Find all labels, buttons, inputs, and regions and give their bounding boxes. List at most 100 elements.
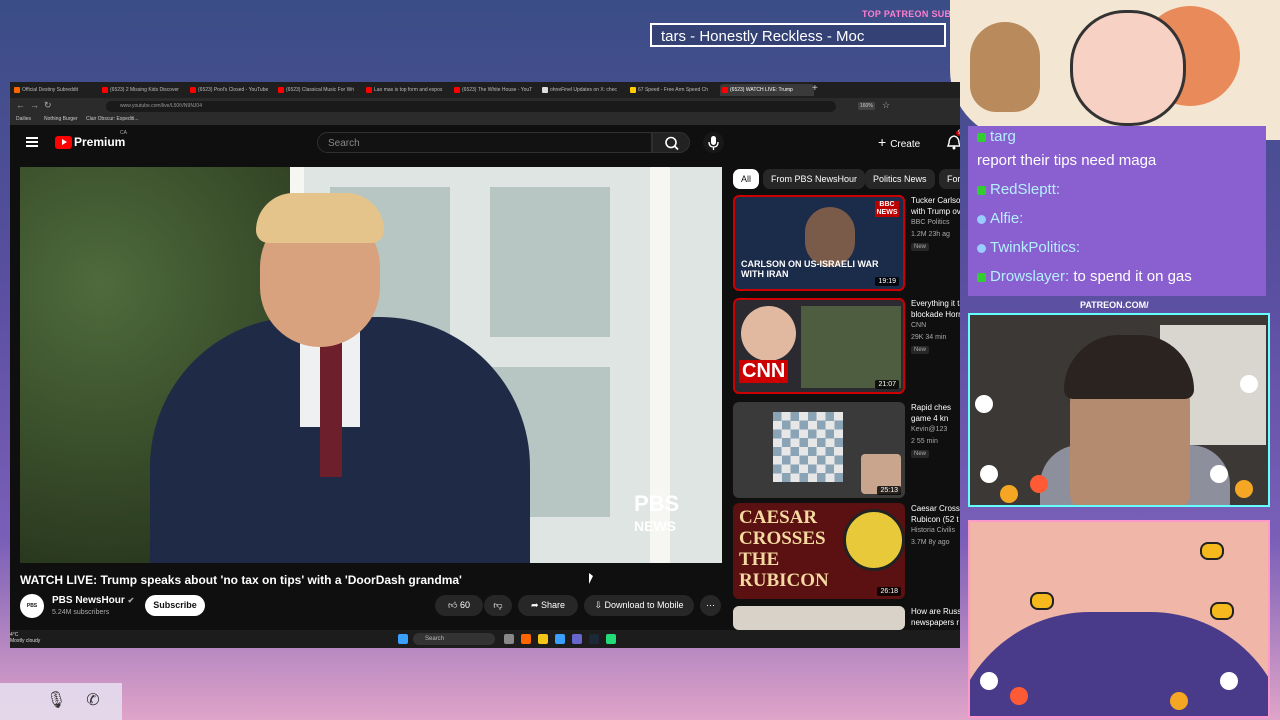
bookmark-item[interactable]: Nothing Burger: [44, 116, 78, 122]
address-bar-row: ← → ↻ www.youtube.com/live/L50tVN9NJ04 1…: [10, 98, 960, 115]
firefox-icon[interactable]: [521, 634, 531, 644]
url-field[interactable]: www.youtube.com/live/L50tVN9NJ04: [106, 101, 836, 112]
video-thumbnail[interactable]: CNN 21:07: [733, 298, 905, 394]
store-icon[interactable]: [555, 634, 565, 644]
video-meta: 3.7M 8y ago: [911, 539, 950, 546]
recommended-video[interactable]: CNN 21:07 Everything it takes toblockade…: [733, 298, 960, 394]
youtube-logo-icon[interactable]: [55, 136, 72, 149]
youtube-logo-text[interactable]: Premium: [74, 135, 125, 149]
recommended-video[interactable]: BBC NEWS CARLSON ON US-ISRAELI WAR WITH …: [733, 195, 960, 291]
video-player[interactable]: PBS NEWS: [20, 167, 722, 563]
hamburger-menu-icon[interactable]: [26, 137, 38, 147]
weather-widget[interactable]: 4°C Mostly cloudy: [10, 632, 40, 644]
video-thumbnail[interactable]: [733, 606, 905, 630]
thumbs-up-icon: 👍︎: [448, 600, 458, 610]
bookmark-item[interactable]: Clair Obscur: Expediti...: [86, 116, 139, 122]
channel-name[interactable]: PBS NewsHour ✔: [52, 595, 134, 606]
browser-tab[interactable]: 67 Speed - Free Arm Speed Ch: [628, 84, 722, 96]
browser-window: Official Destiny Subreddit (6523) 2 Miss…: [10, 82, 960, 648]
cartoon-overlay: [950, 0, 1280, 140]
browser-tab[interactable]: Official Destiny Subreddit: [12, 84, 106, 96]
chat-message: RedSleptt:: [977, 181, 1060, 198]
video-meta: 1.2M 23h ag: [911, 231, 950, 238]
notifications-bell-icon[interactable]: [947, 134, 960, 150]
country-code: CA: [120, 130, 127, 136]
recommended-video[interactable]: How are Russ newspapers r: [733, 606, 960, 630]
chip-all[interactable]: All: [733, 169, 760, 189]
stream-dock: 🎙︎ ✆: [0, 683, 122, 720]
video-meta: 29K 34 min: [911, 334, 947, 341]
phone-icon[interactable]: ✆: [84, 692, 102, 710]
video-thumbnail[interactable]: BBC NEWS CARLSON ON US-ISRAELI WAR WITH …: [733, 195, 905, 291]
chat-message: TwinkPolitics:: [977, 239, 1080, 256]
folder-icon[interactable]: [538, 634, 548, 644]
chat-message: report their tips need maga: [977, 152, 1157, 169]
share-icon: ➦: [530, 600, 539, 610]
chip-from-pbs[interactable]: From PBS NewsHour: [763, 169, 866, 189]
dislike-button[interactable]: 👎︎: [484, 595, 512, 616]
search-button[interactable]: [652, 132, 690, 153]
filter-chips: All From PBS NewsHour Politics News For …: [733, 169, 960, 189]
video-title: How are Russ newspapers r: [911, 607, 960, 627]
channel-avatar[interactable]: PBS NEWS: [20, 594, 44, 633]
steam-icon[interactable]: [589, 634, 599, 644]
more-actions-button[interactable]: ⋯: [700, 595, 721, 616]
browser-tab[interactable]: ohneFinel Updates on X: chec: [540, 84, 634, 96]
bookmark-star-icon[interactable]: ☆: [882, 100, 890, 111]
subscribe-button[interactable]: Subscribe: [145, 595, 205, 616]
video-meta: 2 55 min: [911, 438, 938, 445]
forward-icon[interactable]: →: [30, 100, 39, 110]
video-thumbnail[interactable]: 25:13: [733, 402, 905, 498]
browser-tab[interactable]: (6523) Classical Music For Wri: [276, 84, 370, 96]
taskbar: Search: [10, 630, 960, 648]
notification-count-badge: 9+: [956, 130, 960, 136]
task-view-icon[interactable]: [504, 634, 514, 644]
zoom-indicator[interactable]: 160%: [858, 102, 875, 110]
discord-icon[interactable]: [572, 634, 582, 644]
pbs-news-watermark: PBS NEWS: [634, 491, 680, 535]
browser-tab-active[interactable]: (6523) WATCH LIVE: Trump: [720, 84, 814, 96]
back-icon[interactable]: ←: [16, 100, 25, 110]
browser-tab[interactable]: Lao mas is top form and expos: [364, 84, 458, 96]
video-thumbnail[interactable]: CAESAR CROSSES THE RUBICON 26:18: [733, 503, 905, 599]
like-button[interactable]: 👍︎ 60: [435, 595, 483, 616]
search-input[interactable]: Search: [317, 132, 652, 153]
taskbar-search[interactable]: Search: [413, 633, 495, 645]
chrome-icon[interactable]: [606, 634, 616, 644]
search-icon: [665, 136, 679, 151]
mouse-cursor-icon: [589, 573, 593, 584]
chip-for-you[interactable]: For you: [939, 169, 960, 189]
mic-muted-icon[interactable]: 🎙︎: [46, 692, 66, 710]
browser-tab[interactable]: (6523) Pool's Closed - YouTube: [188, 84, 282, 96]
new-badge: New: [911, 450, 930, 458]
video-channel: Kevin@123: [911, 426, 948, 433]
tab-strip: Official Destiny Subreddit (6523) 2 Miss…: [10, 82, 960, 98]
start-icon[interactable]: [398, 634, 408, 644]
video-duration: 21:07: [875, 380, 899, 389]
now-playing-song: tars - Honestly Reckless - Moc: [650, 23, 946, 47]
recommended-video[interactable]: CAESAR CROSSES THE RUBICON 26:18 Caesar …: [733, 503, 960, 599]
chip-politics-news[interactable]: Politics News: [865, 169, 935, 189]
recommended-video[interactable]: 25:13 Rapid ches game 4 kn Kevin@123 2 55…: [733, 402, 960, 498]
patreon-url: PATREON.COM/: [1080, 300, 1149, 310]
new-badge: New: [911, 243, 930, 251]
chat-message: Drowslayer: to spend it on gas: [977, 268, 1192, 285]
video-title: Rapid ches game 4 kn: [911, 403, 952, 423]
video-channel: CNN: [911, 322, 927, 329]
top-patreon-label: TOP PATREON SUBS: [862, 9, 958, 19]
voice-search-button[interactable]: [703, 132, 724, 153]
download-button[interactable]: ⇩ Download to Mobile: [584, 595, 694, 616]
new-tab-button[interactable]: +: [812, 83, 818, 94]
bookmark-item[interactable]: Dailies: [16, 116, 31, 122]
verified-icon: ✔: [127, 596, 135, 605]
share-button[interactable]: ➦ Share: [518, 595, 578, 616]
browser-tab[interactable]: (6523) 2 Missing Kids Discover: [100, 84, 194, 96]
video-duration: 26:18: [877, 587, 901, 596]
thumbs-down-icon: 👎︎: [493, 600, 503, 610]
video-title: Everything it takes toblockade Horm: [911, 299, 960, 319]
browser-tab[interactable]: (6523) The White House - YouT: [452, 84, 546, 96]
reload-icon[interactable]: ↻: [44, 100, 52, 111]
video-channel: Historia Civilis: [911, 527, 955, 534]
video-channel: BBC Politics: [911, 219, 950, 226]
create-button[interactable]: + Create: [878, 132, 938, 153]
